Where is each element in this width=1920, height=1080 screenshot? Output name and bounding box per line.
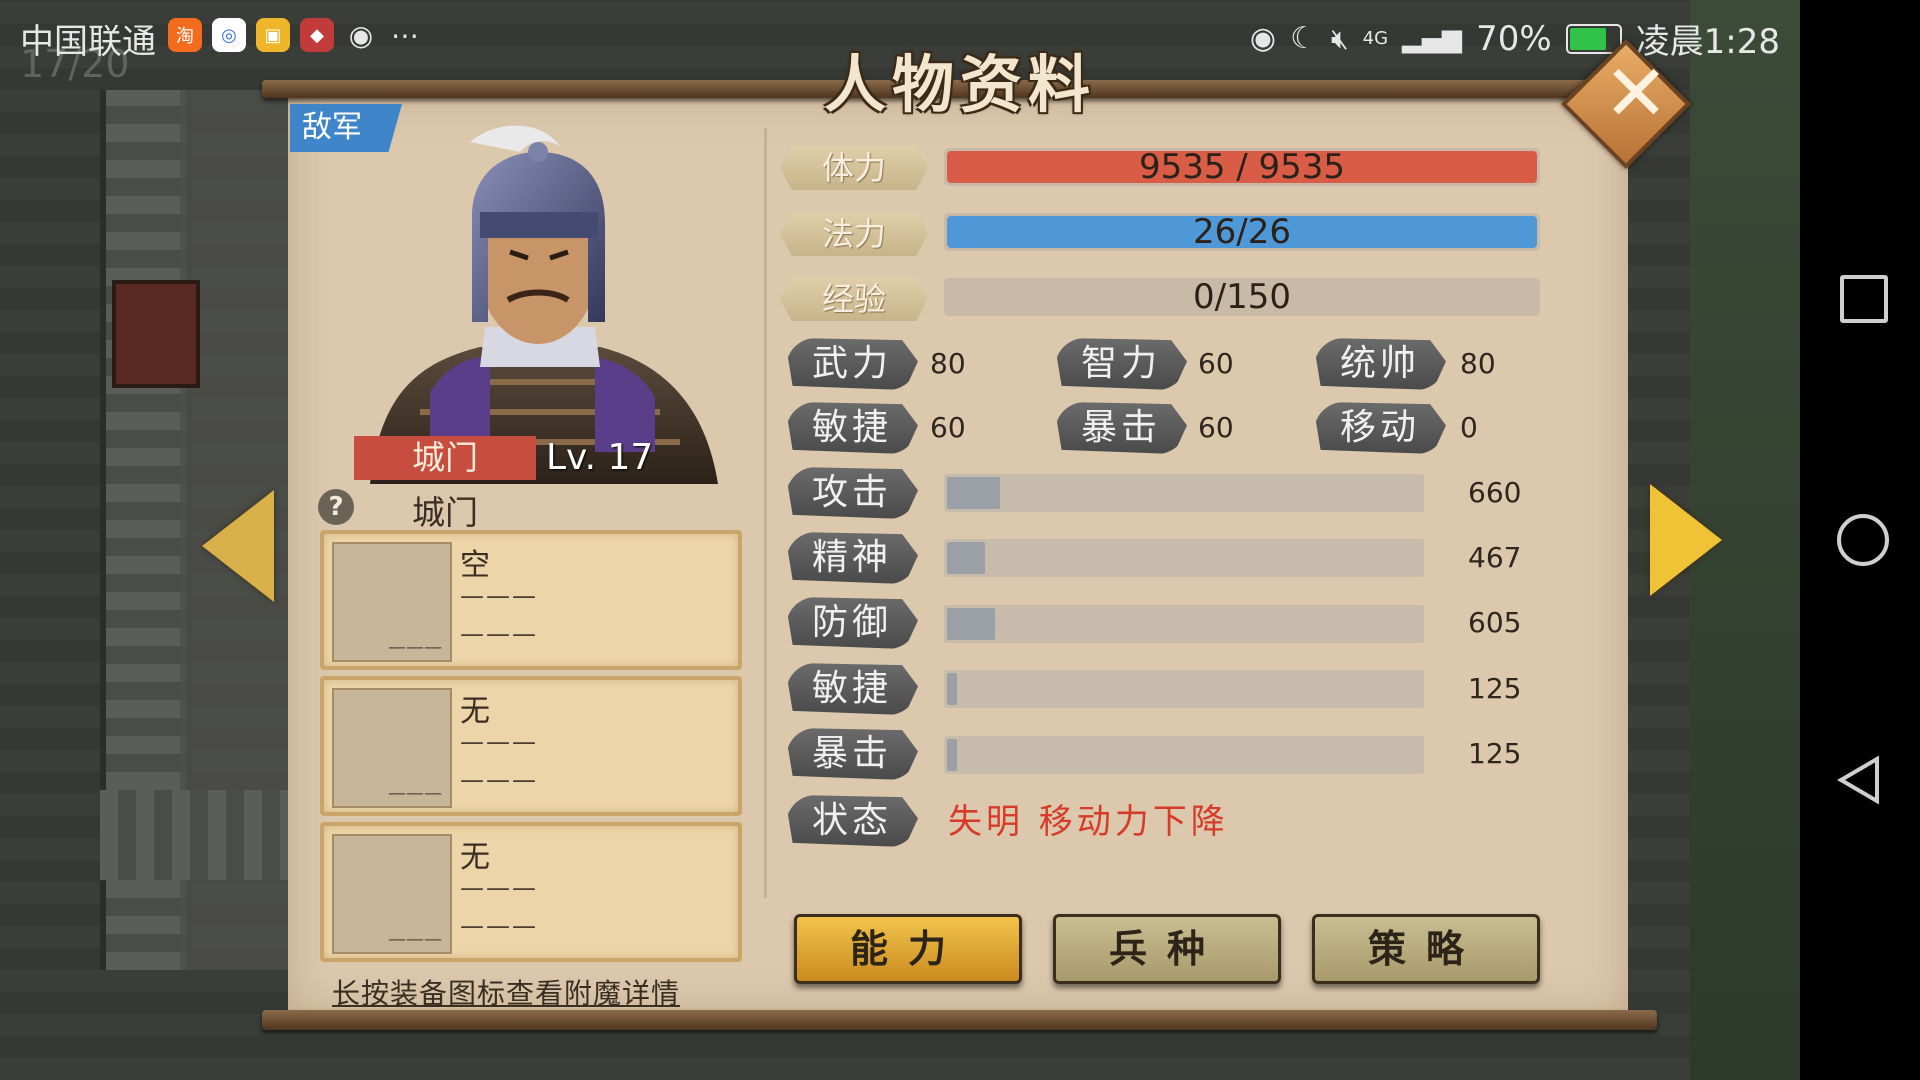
attr-label-critical: 暴击 [1055, 402, 1187, 454]
equipment-detail: ——— [460, 874, 538, 902]
tab-strategy[interactable]: 策略 [1312, 914, 1540, 984]
equipment-name: 无 [460, 840, 490, 875]
attr-value-movement: 0 [1460, 411, 1478, 444]
tab-troop-type[interactable]: 兵种 [1053, 914, 1281, 984]
attr-label-strength: 武力 [786, 338, 918, 390]
mute-icon: 🔇︎ [1331, 21, 1349, 55]
status-label: 状态 [786, 795, 918, 847]
equipment-detail: ——— [460, 912, 538, 940]
stat-bar-fill [947, 739, 957, 771]
stat-value-spirit: 467 [1468, 541, 1522, 574]
unit-tag: 城门 [354, 436, 536, 480]
back-button[interactable] [1835, 755, 1885, 805]
stat-label-defense: 防御 [786, 597, 918, 649]
stat-label-agility: 敏捷 [786, 663, 918, 715]
stat-bar-attack [944, 474, 1424, 512]
help-icon[interactable]: ? [318, 489, 354, 525]
stat-bar-critical [944, 736, 1424, 774]
mp-label: 法力 [780, 212, 928, 256]
exp-value: 0/150 [1193, 277, 1291, 317]
taobao-app-icon: 淘 [168, 18, 202, 52]
attr-value-intellect: 60 [1198, 347, 1234, 380]
exp-label: 经验 [780, 277, 928, 321]
signal-icon: 4G [1362, 28, 1389, 49]
equipment-slot-accessory[interactable]: ——— 无 ——— ——— [320, 822, 742, 962]
equipment-detail: ——— [460, 766, 538, 794]
tab-ability[interactable]: 能力 [794, 914, 1022, 984]
attr-label-intellect: 智力 [1055, 338, 1187, 390]
equipment-icon-label: ——— [388, 783, 442, 804]
stat-value-defense: 605 [1468, 606, 1522, 639]
hp-value: 9535 / 9535 [1138, 147, 1346, 187]
unit-name: 城门 [412, 493, 478, 532]
stat-bar-fill [947, 477, 1000, 509]
app-notification-icon: ▣ [256, 18, 290, 52]
recents-button[interactable] [1840, 275, 1888, 323]
app-notification-icon: ◎ [212, 18, 246, 52]
stat-label-attack: 攻击 [786, 467, 918, 519]
attr-label-command: 统帅 [1314, 338, 1446, 390]
arrow-right-icon[interactable] [1650, 484, 1722, 596]
stat-bar-agility [944, 670, 1424, 708]
stat-value-agility: 125 [1468, 672, 1522, 705]
hotspot-icon: ◉ [1249, 21, 1277, 56]
attr-label-agility: 敏捷 [786, 402, 918, 454]
equipment-icon-label: ——— [388, 929, 442, 950]
battery-percent: 70% [1476, 18, 1552, 59]
equipment-detail: ——— [460, 582, 538, 610]
back-triangle-icon [1837, 755, 1879, 805]
city-gate-sprite [112, 280, 200, 388]
equipment-icon[interactable]: ——— [332, 834, 452, 954]
equipment-icon[interactable]: ——— [332, 688, 452, 808]
enchant-hint: 长按装备图标查看附魔详情 [332, 977, 681, 1010]
mp-bar: 26/26 [944, 213, 1540, 251]
attr-value-strength: 80 [930, 347, 966, 380]
attr-value-command: 80 [1460, 347, 1496, 380]
more-icon: ⋯ [391, 18, 419, 52]
equipment-detail: ——— [460, 620, 538, 648]
hp-label: 体力 [780, 146, 928, 190]
app-notification-icon: ◆ [300, 18, 334, 52]
exp-bar: 0/150 [944, 278, 1540, 316]
equipment-detail: ——— [460, 728, 538, 756]
stat-bar-defense [944, 605, 1424, 643]
character-portrait [370, 125, 718, 484]
stat-value-attack: 660 [1468, 476, 1522, 509]
equipment-slot-armor[interactable]: ——— 无 ——— ——— [320, 676, 742, 816]
carrier-name: 中国联通 [20, 22, 156, 62]
arrow-left-icon[interactable] [202, 490, 274, 602]
attr-value-critical: 60 [1198, 411, 1234, 444]
stat-value-critical: 125 [1468, 737, 1522, 770]
stat-bar-fill [947, 673, 957, 705]
signal-bars-icon: ▂▄▆ [1402, 23, 1463, 54]
stat-label-spirit: 精神 [786, 532, 918, 584]
mp-value: 26/26 [1193, 212, 1291, 252]
attr-label-movement: 移动 [1314, 402, 1446, 454]
equipment-name: 无 [460, 694, 490, 729]
equipment-icon[interactable]: ——— [332, 542, 452, 662]
panel-frame-bottom [262, 1010, 1657, 1030]
hp-bar: 9535 / 9535 [944, 148, 1540, 186]
equipment-icon-label: ——— [388, 637, 442, 658]
equipment-slot-weapon[interactable]: ——— 空 ——— ——— [320, 530, 742, 670]
column-divider [764, 128, 767, 898]
status-effects: 失明 移动力下降 [948, 802, 1229, 842]
equipment-name: 空 [460, 548, 490, 583]
stat-bar-fill [947, 608, 995, 640]
city-wall-bottom [100, 790, 300, 880]
level-label: Lv. 17 [546, 437, 654, 478]
attr-value-agility: 60 [930, 411, 966, 444]
stat-bar-fill [947, 542, 986, 574]
panel-title: 人物资料 [823, 48, 1096, 121]
stat-bar-spirit [944, 539, 1424, 577]
home-button[interactable] [1837, 514, 1889, 566]
status-right: ◉ ☾ 🔇︎ 4G ▂▄▆ 70% 凌晨1:28 [1250, 14, 1780, 63]
android-nav-bar [1800, 0, 1920, 1080]
hotspot-icon: ◉ [348, 18, 374, 52]
close-icon[interactable]: ✕ [1596, 54, 1676, 134]
do-not-disturb-icon: ☾ [1290, 21, 1318, 56]
stat-label-critical: 暴击 [786, 728, 918, 780]
